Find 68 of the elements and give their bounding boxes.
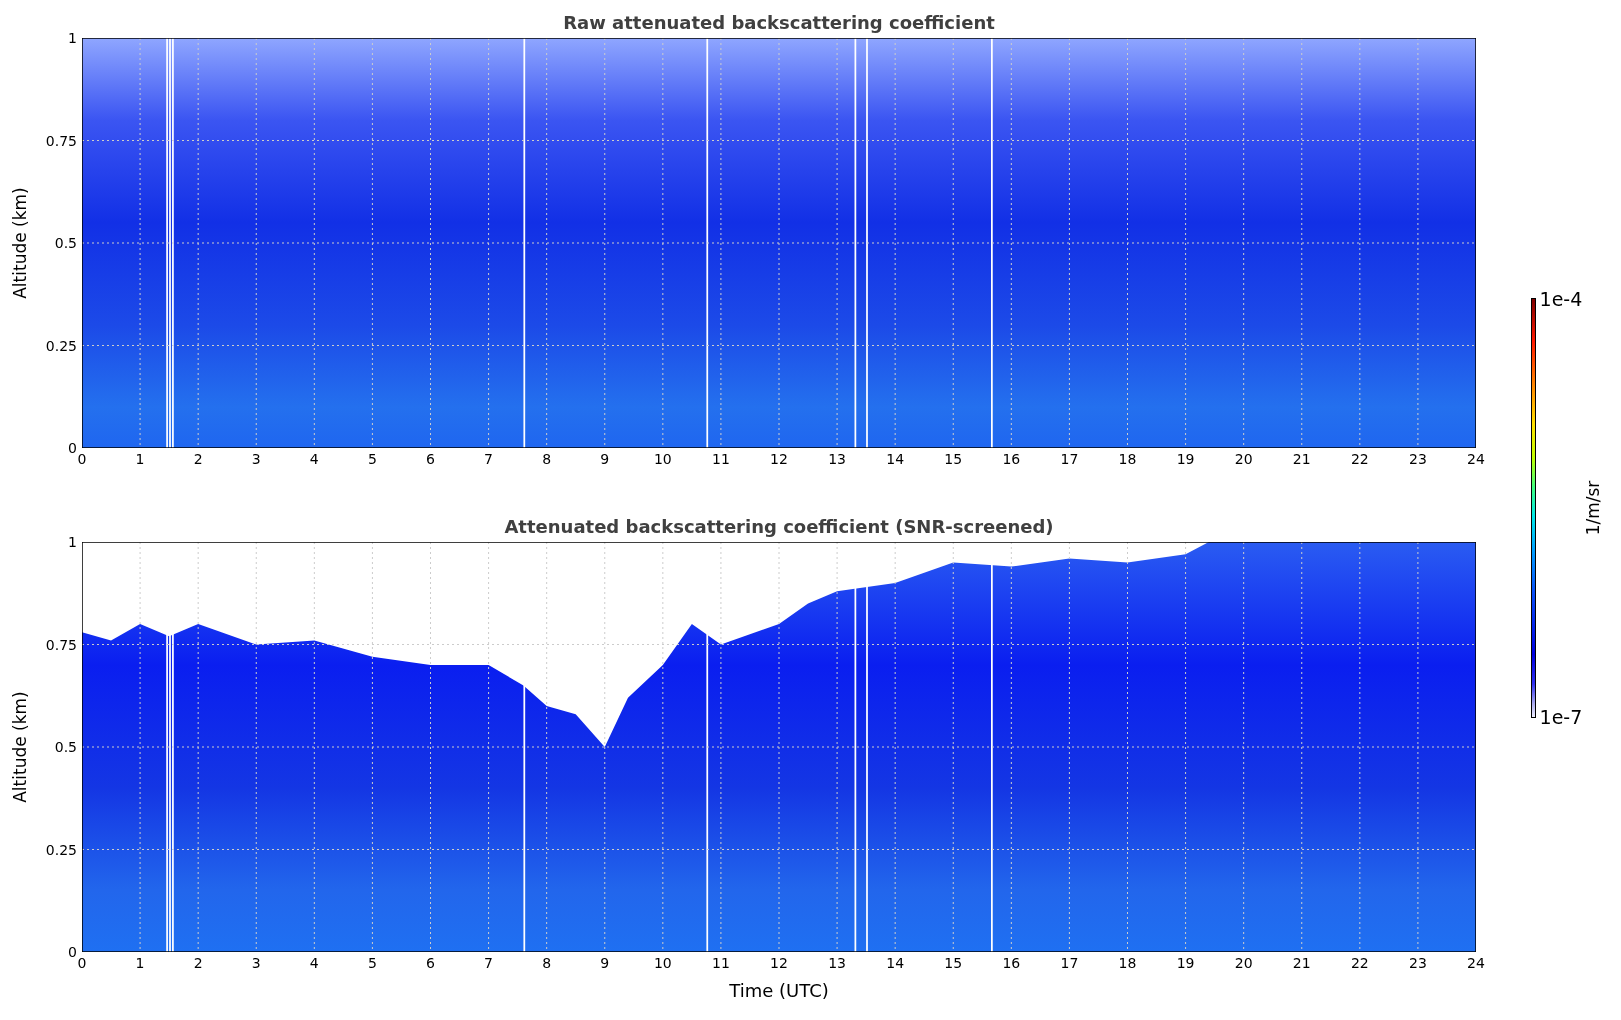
tick-label: 24 <box>1467 955 1485 971</box>
tick-label: 21 <box>1292 955 1311 971</box>
tick-label: 14 <box>886 955 905 971</box>
tick-label: 20 <box>1234 451 1253 467</box>
tick-label: 0.25 <box>45 337 77 354</box>
tick-label: 19 <box>1176 955 1195 971</box>
tick-label: 1 <box>135 451 145 467</box>
tick-label: 0.5 <box>54 739 77 755</box>
tick-label: 21 <box>1292 451 1311 467</box>
tick-label: 24 <box>1467 451 1485 467</box>
tick-label: 0.75 <box>45 132 77 149</box>
tick-label: 15 <box>944 451 963 467</box>
tick-label: 4 <box>309 955 319 971</box>
tick-label: 10 <box>653 451 672 467</box>
tick-label: 1 <box>135 955 145 971</box>
axis-label: Altitude (km) <box>10 187 30 299</box>
tick-label: 8 <box>542 451 552 467</box>
tick-label: 10 <box>653 955 672 971</box>
tick-label: 1e-4 <box>1539 288 1583 310</box>
tick-label: 15 <box>944 955 963 971</box>
tick-label: 1 <box>68 30 77 46</box>
tick-label: 6 <box>426 955 435 971</box>
tick-label: 11 <box>712 955 730 971</box>
tick-label: 7 <box>484 451 494 467</box>
tick-label: 13 <box>828 451 846 467</box>
tick-label: 9 <box>600 451 610 467</box>
tick-label: 1 <box>68 534 77 550</box>
tick-label: 19 <box>1176 451 1195 467</box>
axis-label: Time (UTC) <box>729 980 829 1001</box>
tick-label: 23 <box>1409 955 1427 971</box>
tick-label: 12 <box>770 451 788 467</box>
tick-label: 14 <box>886 451 905 467</box>
tick-label: 3 <box>251 451 261 467</box>
tick-label: 2 <box>193 451 203 467</box>
tick-label: 0 <box>77 955 87 971</box>
tick-label: 1e-7 <box>1539 706 1583 728</box>
tick-label: 5 <box>367 451 377 467</box>
tick-label: 0.75 <box>45 636 77 653</box>
tick-label: 0 <box>77 451 87 467</box>
tick-label: 22 <box>1350 955 1369 971</box>
tick-label: 5 <box>367 955 377 971</box>
tick-label: 4 <box>309 451 319 467</box>
tick-label: 23 <box>1409 451 1427 467</box>
tick-label: 13 <box>828 955 846 971</box>
tick-label: 0 <box>68 944 77 960</box>
tick-label: 6 <box>426 451 435 467</box>
plot-title: Raw attenuated backscattering coefficient <box>562 11 996 35</box>
tick-label: 8 <box>542 955 552 971</box>
tick-label: 7 <box>484 955 494 971</box>
tick-label: 16 <box>1002 451 1021 467</box>
plot-title: Attenuated backscattering coefficient (SNR-screened) <box>503 515 1055 539</box>
tick-label: 12 <box>770 955 788 971</box>
tick-label: 0.5 <box>54 235 77 251</box>
tick-label: 11 <box>712 451 730 467</box>
tick-label: 18 <box>1118 955 1137 971</box>
tick-label: 2 <box>193 955 203 971</box>
tick-label: 20 <box>1234 955 1253 971</box>
tick-label: 17 <box>1060 451 1079 467</box>
tick-label: 18 <box>1118 451 1137 467</box>
tick-label: 0.25 <box>45 841 77 858</box>
tick-label: 9 <box>600 955 610 971</box>
tick-label: 22 <box>1350 451 1369 467</box>
tick-label: 0 <box>68 440 77 456</box>
tick-label: 17 <box>1060 955 1079 971</box>
tick-label: 16 <box>1002 955 1021 971</box>
colorbar-label: 1/m/sr <box>1583 480 1604 536</box>
tick-label: 3 <box>251 955 261 971</box>
axis-label: Altitude (km) <box>10 691 30 803</box>
